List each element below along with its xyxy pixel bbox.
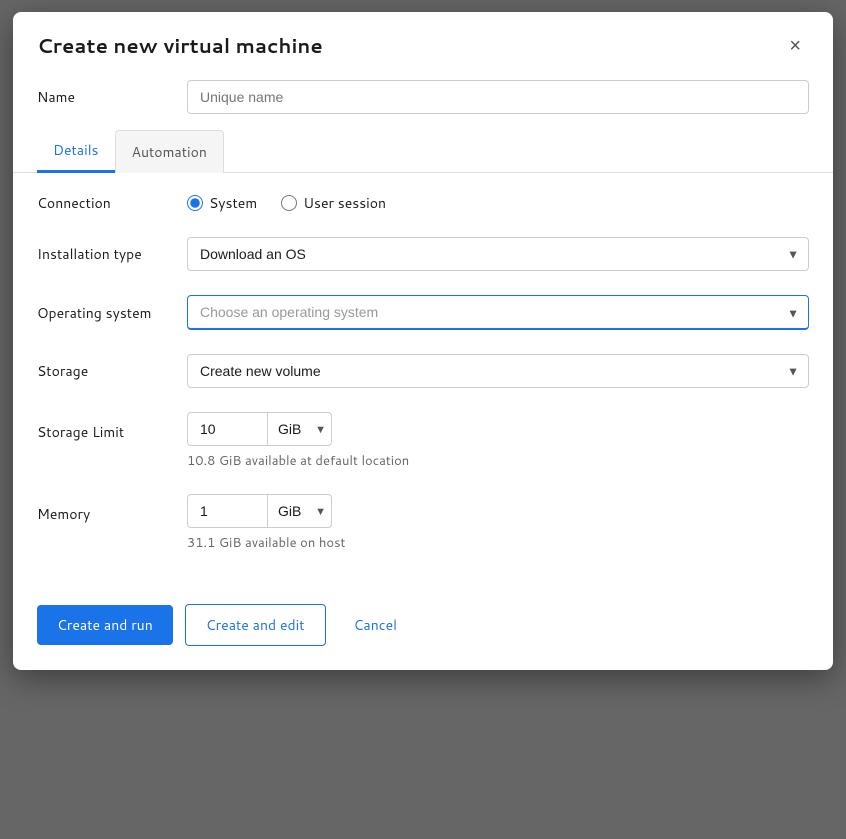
installation-type-content: Download an OS Local install media Netwo… (187, 237, 809, 271)
storage-limit-unit-wrapper: MiB GiB TiB ▼ (267, 412, 332, 446)
memory-label: Memory (37, 494, 187, 524)
operating-system-select-wrapper: Choose an operating system ▼ (187, 295, 809, 330)
name-row: Name (13, 76, 833, 130)
memory-input-group: MiB GiB ▼ (187, 494, 809, 528)
operating-system-select[interactable]: Choose an operating system (187, 295, 809, 330)
operating-system-label: Operating system (37, 303, 187, 323)
form-body: Connection System User session Installat… (13, 173, 833, 596)
create-and-run-button[interactable]: Create and run (37, 605, 173, 645)
connection-row: Connection System User session (37, 193, 809, 213)
system-radio-option[interactable]: System (187, 193, 257, 213)
operating-system-row: Operating system Choose an operating sys… (37, 295, 809, 330)
user-session-radio-option[interactable]: User session (281, 193, 386, 213)
dialog-footer: Create and run Create and edit Cancel (13, 596, 833, 670)
user-session-radio[interactable] (281, 195, 297, 211)
storage-limit-input[interactable] (187, 412, 267, 446)
storage-limit-unit-select[interactable]: MiB GiB TiB (267, 412, 332, 446)
memory-input[interactable] (187, 494, 267, 528)
storage-limit-row: Storage Limit MiB GiB TiB ▼ (37, 412, 809, 470)
storage-select-wrapper: Create new volume Use existing volume No… (187, 354, 809, 388)
installation-type-select-wrapper: Download an OS Local install media Netwo… (187, 237, 809, 271)
installation-type-select[interactable]: Download an OS Local install media Netwo… (187, 237, 809, 271)
system-radio-label: System (209, 193, 257, 213)
storage-limit-label: Storage Limit (37, 412, 187, 442)
memory-hint: 31.1 GiB available on host (187, 534, 809, 552)
cancel-button[interactable]: Cancel (338, 605, 414, 645)
storage-label: Storage (37, 361, 187, 381)
memory-unit-select[interactable]: MiB GiB (267, 494, 332, 528)
connection-label: Connection (37, 193, 187, 213)
close-button[interactable]: × (781, 32, 809, 60)
overlay: Create new virtual machine × Name Detail… (0, 0, 846, 839)
installation-type-label: Installation type (37, 244, 187, 264)
storage-limit-hint: 10.8 GiB available at default location (187, 452, 809, 470)
dialog-title: Create new virtual machine (37, 32, 323, 60)
dialog-header: Create new virtual machine × (13, 12, 833, 76)
storage-select[interactable]: Create new volume Use existing volume No… (187, 354, 809, 388)
storage-limit-content: MiB GiB TiB ▼ 10.8 GiB available at defa… (187, 412, 809, 470)
user-session-radio-label: User session (303, 193, 386, 213)
installation-type-row: Installation type Download an OS Local i… (37, 237, 809, 271)
system-radio[interactable] (187, 195, 203, 211)
operating-system-content: Choose an operating system ▼ (187, 295, 809, 330)
memory-unit-wrapper: MiB GiB ▼ (267, 494, 332, 528)
dialog: Create new virtual machine × Name Detail… (13, 12, 833, 670)
memory-row: Memory MiB GiB ▼ 31.1 GiB available on h… (37, 494, 809, 552)
storage-row: Storage Create new volume Use existing v… (37, 354, 809, 388)
memory-content: MiB GiB ▼ 31.1 GiB available on host (187, 494, 809, 552)
tab-automation[interactable]: Automation (115, 130, 224, 173)
storage-content: Create new volume Use existing volume No… (187, 354, 809, 388)
create-and-edit-button[interactable]: Create and edit (185, 604, 326, 646)
name-input[interactable] (187, 80, 809, 114)
tabs-bar: Details Automation (13, 130, 833, 173)
storage-limit-input-group: MiB GiB TiB ▼ (187, 412, 809, 446)
tab-details[interactable]: Details (37, 130, 115, 173)
name-label: Name (37, 87, 187, 107)
connection-options: System User session (187, 193, 809, 213)
